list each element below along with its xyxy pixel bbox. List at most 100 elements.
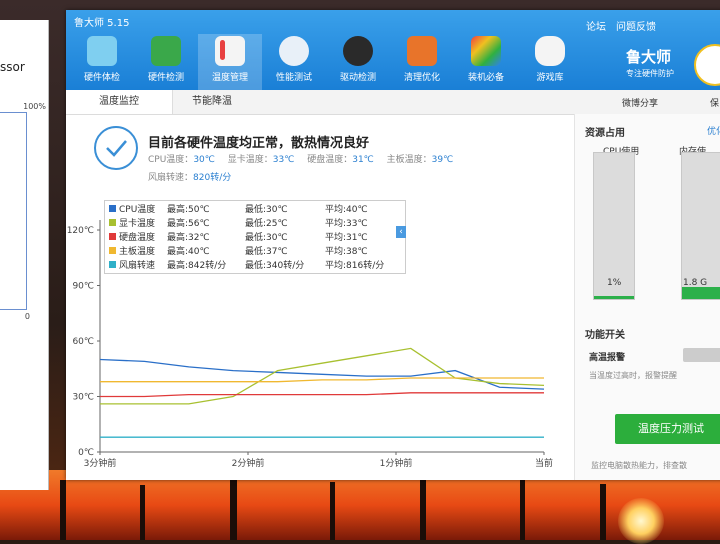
toolbar-driver[interactable]: 驱动检测 <box>326 34 390 90</box>
toolbar-essentials[interactable]: 装机必备 <box>454 34 518 90</box>
background-window-title: ssor <box>0 60 25 74</box>
legend-series-name: 显卡温度 <box>119 219 156 229</box>
toolbar-label: 清理优化 <box>403 73 440 83</box>
legend-min: 最低:30℃ <box>245 233 288 243</box>
tree <box>60 480 66 540</box>
thermometer-chart-icon <box>215 36 245 66</box>
gear-chip-icon <box>343 36 373 66</box>
weibo-share-button[interactable]: 微博分享 <box>622 96 658 109</box>
x-tick-label: 3分钟前 <box>84 457 117 469</box>
y-tick-label: 30℃ <box>72 393 94 403</box>
right-panel: 资源占用 优化 CPU使用 1% 内存使 1.8 G 功能开关 高温报警 当温度… <box>574 114 720 480</box>
disk-temp-value: 31℃ <box>352 155 374 165</box>
legend-max: 最高:40℃ <box>167 247 210 257</box>
legend-max: 最高:32℃ <box>167 233 210 243</box>
status-title: 目前各硬件温度均正常，散热情况良好 <box>148 136 370 151</box>
y-tick-label: 90℃ <box>72 282 94 292</box>
fan-speed-value: 820转/分 <box>193 173 232 183</box>
wallpaper-sunset <box>0 470 720 540</box>
wallpaper-sun <box>618 498 664 544</box>
cpu-temp-label: CPU温度： <box>148 155 194 165</box>
legend-row: 显卡温度 最高:56℃ 最低:25℃ 平均:33℃ <box>105 216 405 230</box>
legend-collapse-icon[interactable]: ‹ <box>396 226 406 238</box>
monitor-icon <box>87 36 117 66</box>
background-window-graph <box>0 112 27 310</box>
tab-temperature-monitor[interactable]: 温度监控 <box>66 90 173 114</box>
high-temp-alarm-toggle[interactable] <box>683 348 720 362</box>
legend-min: 最低:340转/分 <box>245 261 305 271</box>
tree <box>140 485 145 540</box>
optimize-link[interactable]: 优化 <box>707 124 720 137</box>
brand-name: 鲁大师 <box>626 48 672 66</box>
cpu-usage-value: 1% <box>607 278 622 288</box>
temperature-summary: CPU温度：30℃ 显卡温度：33℃ 硬盘温度：31℃ 主板温度：39℃ <box>148 152 463 165</box>
tree <box>600 484 606 540</box>
title-bar: 鲁大师 5.15 论坛 问题反馈 鲁大师 专注硬件防护 硬件体检 硬件检测 温度… <box>66 10 720 90</box>
legend-swatch <box>109 219 116 226</box>
feedback-link[interactable]: 问题反馈 <box>616 18 656 33</box>
stress-test-description: 监控电脑散热能力，排查散 <box>591 461 687 470</box>
toolbar-label: 装机必备 <box>467 73 504 83</box>
gpu-temp-label: 显卡温度： <box>227 155 273 165</box>
legend-min: 最低:25℃ <box>245 219 288 229</box>
toolbar-performance[interactable]: 性能测试 <box>262 34 326 90</box>
high-temp-alarm-description: 当温度过高时，报警提醒 <box>589 371 677 380</box>
legend-max: 最高:56℃ <box>167 219 210 229</box>
toolbar-label: 硬件检测 <box>147 73 184 83</box>
ludashi-window: 鲁大师 5.15 论坛 问题反馈 鲁大师 专注硬件防护 硬件体检 硬件检测 温度… <box>66 10 720 480</box>
legend-min: 最低:30℃ <box>245 205 288 215</box>
tree <box>520 480 525 540</box>
legend-swatch <box>109 233 116 240</box>
cpu-temp-value: 30℃ <box>193 155 215 165</box>
x-tick-label: 当前 <box>535 457 553 469</box>
toolbar-hardware-detect[interactable]: 硬件检测 <box>134 34 198 90</box>
legend-avg: 平均:816转/分 <box>325 261 385 271</box>
toolbar-label: 驱动检测 <box>339 73 376 83</box>
board-temp-value: 39℃ <box>431 155 454 165</box>
tab-energy-saving[interactable]: 节能降温 <box>172 90 252 114</box>
function-switch-title: 功能开关 <box>585 330 625 341</box>
x-tick-label: 2分钟前 <box>232 457 265 469</box>
app-title: 鲁大师 5.15 <box>74 18 130 29</box>
check-circle-icon <box>94 126 138 170</box>
background-window-percent: 100% <box>23 102 46 111</box>
chart-legend: CPU温度 最高:50℃ 最低:30℃ 平均:40℃ 显卡温度 最高:56℃ 最低:25℃ 平… <box>104 200 406 274</box>
subtab-bar: 温度监控 节能降温 微博分享 保 <box>66 90 720 115</box>
fan-speed-summary: 风扇转速：820转/分 <box>148 170 231 183</box>
legend-avg: 平均:40℃ <box>325 205 368 215</box>
toolbar-hardware-checkup[interactable]: 硬件体检 <box>70 34 134 90</box>
disk-temp-label: 硬盘温度： <box>307 155 353 165</box>
memory-usage-value: 1.8 G <box>683 278 708 288</box>
cube-icon <box>471 36 501 66</box>
gpu-temp-value: 33℃ <box>272 155 295 165</box>
legend-avg: 平均:33℃ <box>325 219 368 229</box>
resource-usage-title: 资源占用 <box>585 128 625 139</box>
y-tick-label: 0℃ <box>78 448 94 458</box>
toolbar-label: 性能测试 <box>275 73 312 83</box>
legend-row: 主板温度 最高:40℃ 最低:37℃ 平均:38℃ <box>105 244 405 258</box>
tree <box>330 482 335 540</box>
legend-avg: 平均:31℃ <box>325 233 368 243</box>
x-tick-label: 1分钟前 <box>380 457 413 469</box>
background-window: ssor 100% 0 <box>0 20 49 490</box>
toolbar-cleanup[interactable]: 清理优化 <box>390 34 454 90</box>
toolbar-label: 硬件体检 <box>83 73 120 83</box>
title-links: 论坛 问题反馈 <box>586 18 656 33</box>
toolbar-games[interactable]: 游戏库 <box>518 34 582 90</box>
high-temp-alarm-label: 高温报警 <box>589 353 626 363</box>
legend-swatch <box>109 247 116 254</box>
temperature-stress-test-button[interactable]: 温度压力测试 <box>615 414 720 444</box>
legend-row: 风扇转速 最高:842转/分 最低:340转/分 平均:816转/分 <box>105 258 405 272</box>
forum-link[interactable]: 论坛 <box>586 18 606 33</box>
circuit-board-icon <box>151 36 181 66</box>
tree <box>230 478 237 540</box>
board-temp-label: 主板温度： <box>386 155 432 165</box>
legend-max: 最高:842转/分 <box>167 261 227 271</box>
tree <box>420 476 426 540</box>
toolbar-temperature[interactable]: 温度管理 <box>198 34 262 90</box>
background-window-zero: 0 <box>24 312 30 321</box>
save-button[interactable]: 保 <box>710 96 719 109</box>
legend-avg: 平均:38℃ <box>325 247 368 257</box>
y-tick-label: 60℃ <box>72 337 94 347</box>
toolbar-label: 游戏库 <box>536 73 564 83</box>
